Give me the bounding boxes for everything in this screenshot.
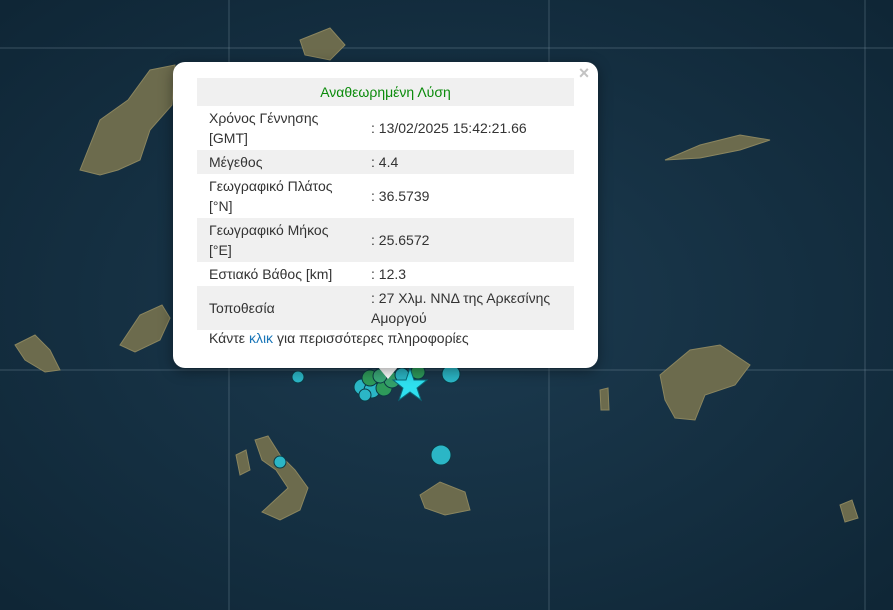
row-label: Γεωγραφικό Μήκος	[209, 222, 329, 238]
event-marker[interactable]	[291, 370, 305, 384]
row-label-unit: [GMT]	[209, 130, 248, 146]
row-label: Γεωγραφικό Πλάτος	[209, 178, 333, 194]
row-label: Χρόνος Γέννησης	[209, 110, 319, 126]
row-value: : 13/02/2025 15:42:21.66	[371, 120, 527, 136]
row-label: Μέγεθος	[209, 154, 263, 170]
row-label: Εστιακό Βάθος [km]	[209, 266, 333, 282]
event-info-table: Αναθεωρημένη Λύση Χρόνος Γέννησης [GMT] :…	[197, 78, 574, 330]
row-label-unit: [°E]	[209, 242, 232, 258]
table-row: Μέγεθος : 4.4	[197, 150, 574, 174]
row-label: Τοποθεσία	[209, 300, 275, 316]
event-popup: × Αναθεωρημένη Λύση Χρόνος Γέννησης [GMT]…	[173, 62, 598, 368]
more-info-text: Κάντε κλικ για περισσότερες πληροφορίες	[209, 330, 469, 346]
more-suffix: για περισσότερες πληροφορίες	[276, 330, 469, 346]
table-row: Τοποθεσία : 27 Χλμ. ΝΝΔ της Αρκεσίνης Αμο…	[197, 286, 574, 330]
row-value: : 12.3	[371, 266, 407, 282]
table-row: Γεωγραφικό Μήκος [°E] : 25.6572	[197, 218, 574, 262]
row-value: : 4.4	[371, 154, 399, 170]
event-marker[interactable]	[273, 455, 287, 469]
popup-title: Αναθεωρημένη Λύση	[320, 84, 451, 100]
table-row: Γεωγραφικό Πλάτος [°N] : 36.5739	[197, 174, 574, 218]
table-row: Χρόνος Γέννησης [GMT] : 13/02/2025 15:42:…	[197, 106, 574, 150]
row-value: : 36.5739	[371, 188, 430, 204]
popup-tip	[378, 367, 398, 379]
event-marker[interactable]	[430, 444, 452, 466]
more-prefix: Κάντε	[209, 330, 246, 346]
more-info-link[interactable]: κλικ	[249, 330, 273, 346]
row-value: : 27 Χλμ. ΝΝΔ της Αρκεσίνης	[371, 290, 551, 306]
island-small-east2	[599, 387, 610, 411]
table-row: Εστιακό Βάθος [km] : 12.3	[197, 262, 574, 286]
row-value: : 25.6572	[371, 232, 430, 248]
row-value-cont: Αμοργού	[371, 310, 427, 326]
close-icon[interactable]: ×	[577, 64, 591, 82]
row-label-unit: [°N]	[209, 198, 233, 214]
